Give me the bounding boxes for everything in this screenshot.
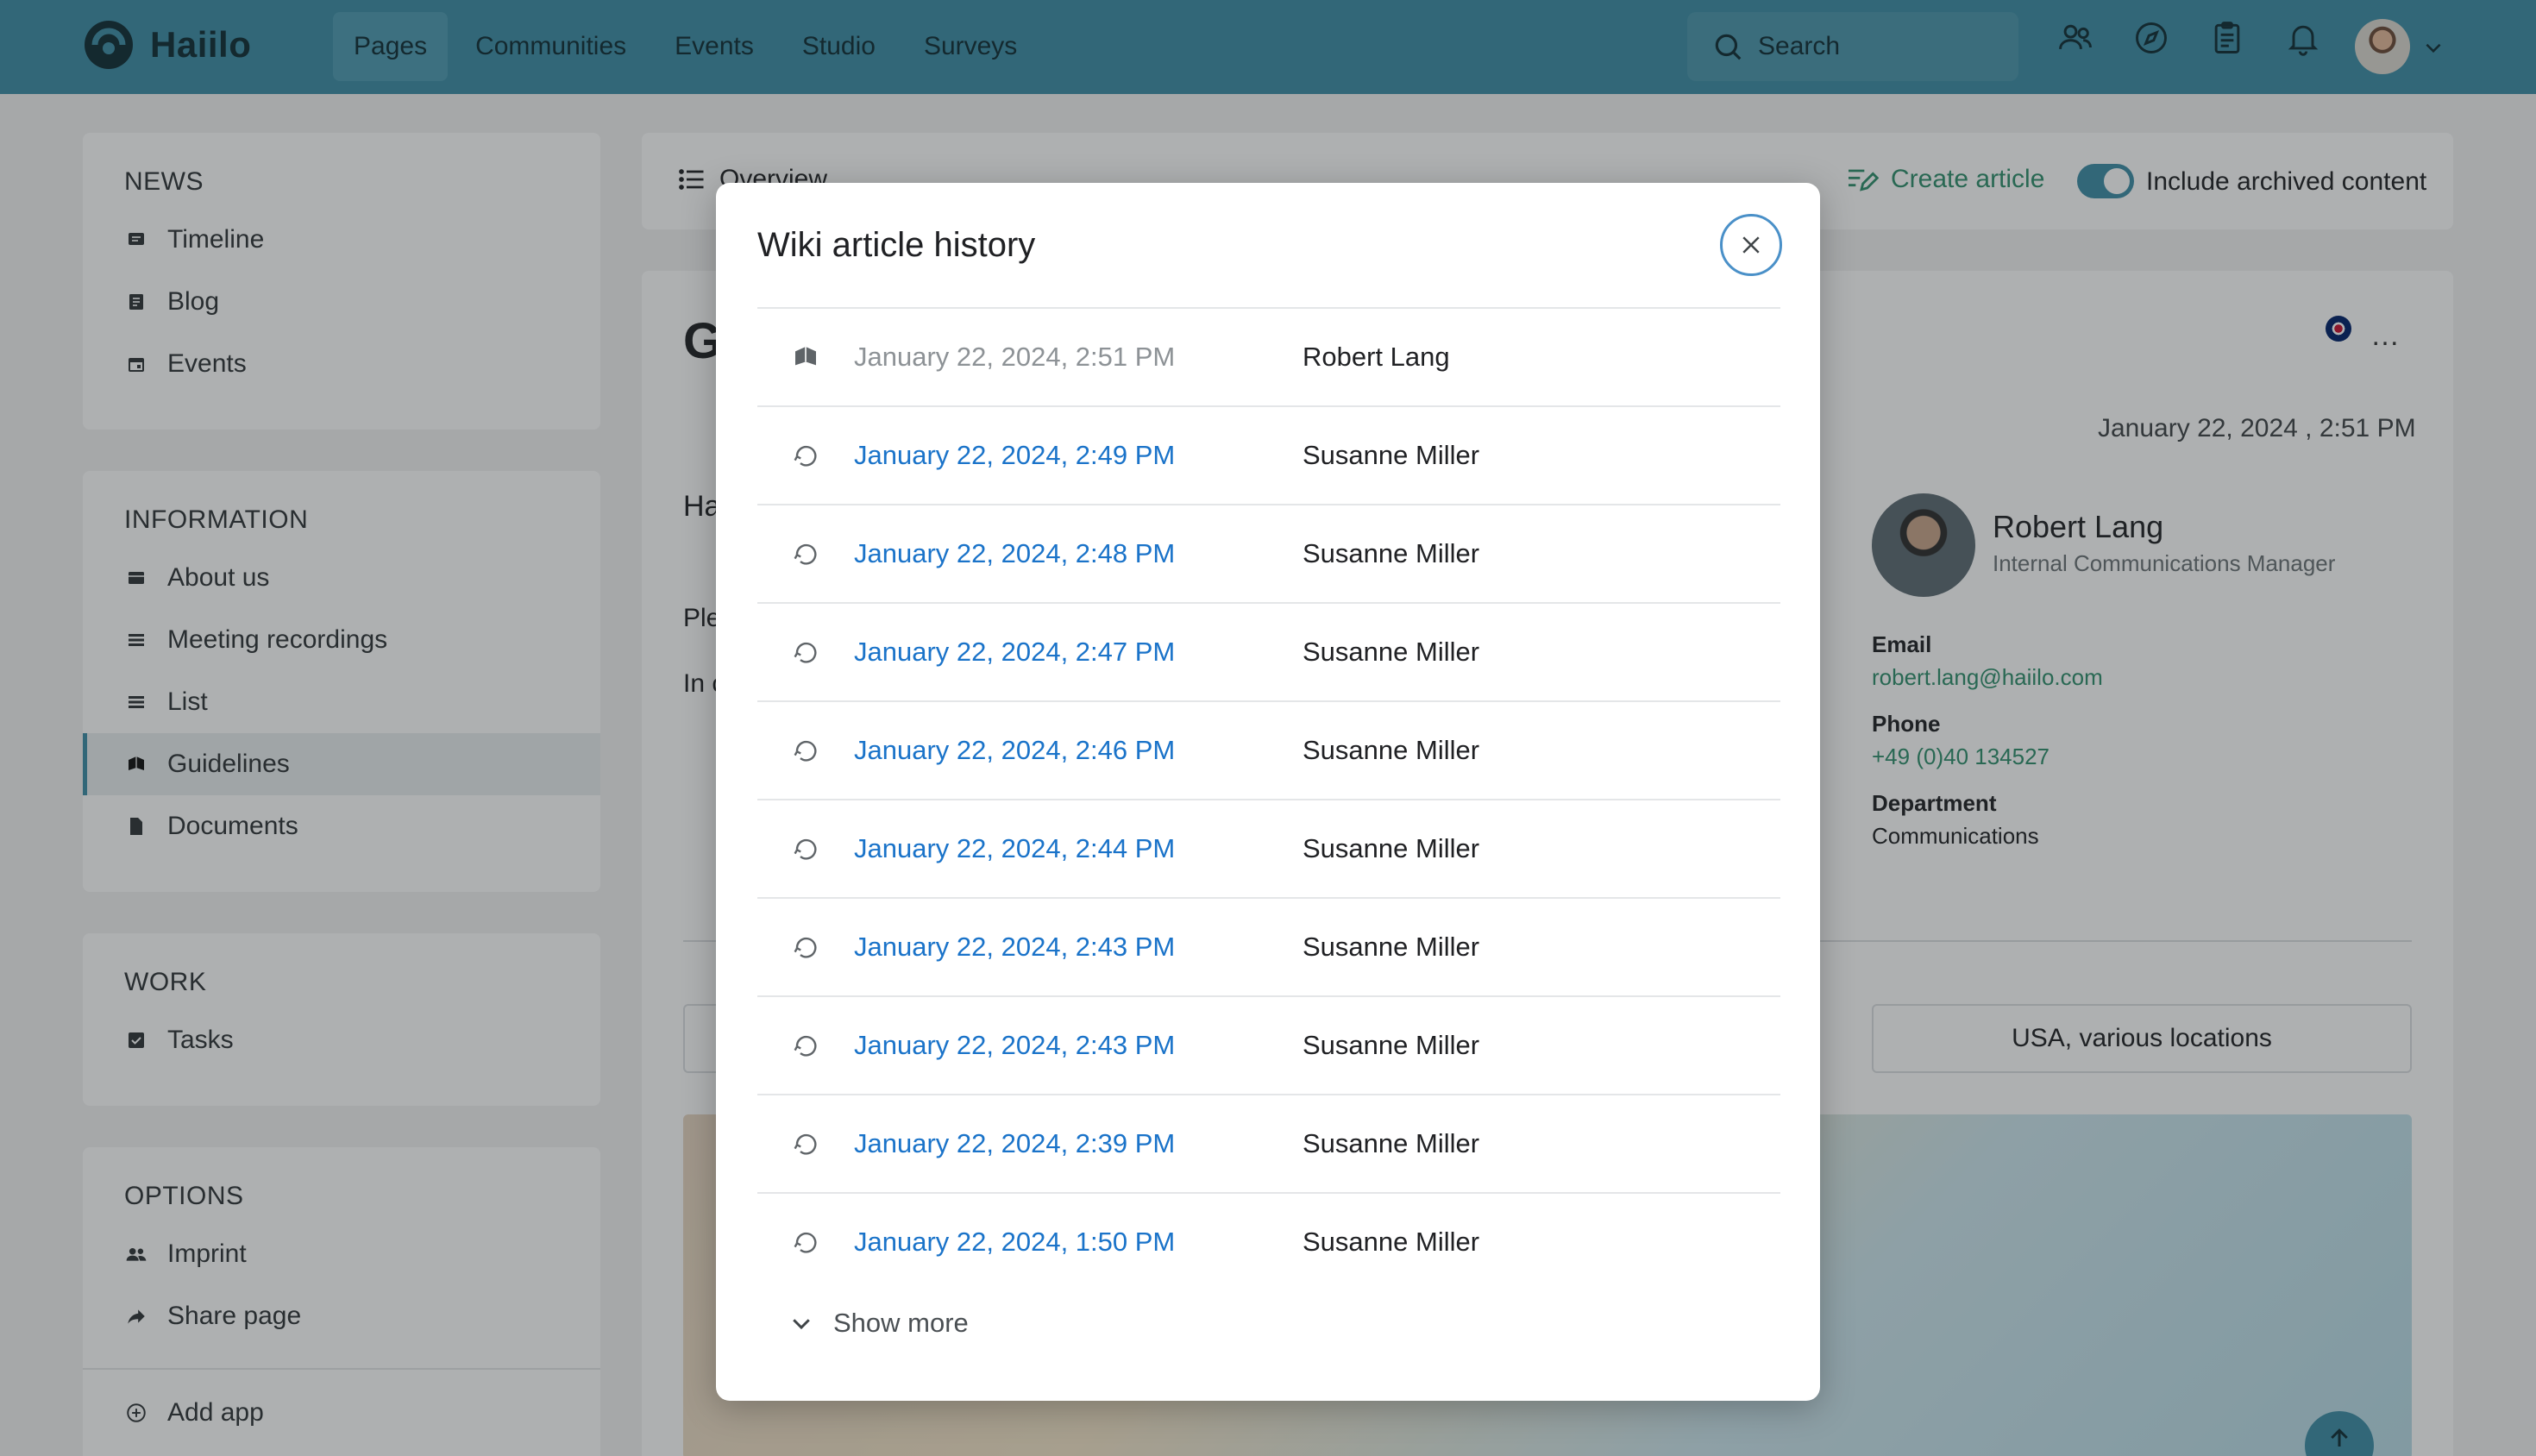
restore-icon xyxy=(757,638,854,666)
close-icon xyxy=(1742,236,1760,254)
restore-icon xyxy=(757,442,854,469)
version-author: Robert Lang xyxy=(1303,342,1450,372)
version-author: Susanne Miller xyxy=(1303,1128,1480,1158)
history-row: January 22, 2024, 2:48 PM Susanne Miller xyxy=(757,504,1780,602)
version-author: Susanne Miller xyxy=(1303,932,1480,962)
chevron-down-icon xyxy=(793,1319,810,1330)
show-more-button[interactable]: Show more xyxy=(757,1297,969,1349)
version-date-link[interactable]: January 22, 2024, 2:46 PM xyxy=(854,735,1303,766)
wiki-history-dialog: Wiki article history January 22, 2024, 2… xyxy=(716,183,1820,1401)
history-row: January 22, 2024, 1:50 PM Susanne Miller xyxy=(757,1192,1780,1290)
history-row: January 22, 2024, 2:43 PM Susanne Miller xyxy=(757,995,1780,1094)
history-row: January 22, 2024, 2:39 PM Susanne Miller xyxy=(757,1094,1780,1192)
history-row: January 22, 2024, 2:47 PM Susanne Miller xyxy=(757,602,1780,700)
version-date-link[interactable]: January 22, 2024, 2:48 PM xyxy=(854,538,1303,569)
restore-icon xyxy=(757,1130,854,1158)
dialog-title: Wiki article history xyxy=(757,226,1036,264)
show-more-label: Show more xyxy=(833,1308,969,1338)
version-author: Susanne Miller xyxy=(1303,1227,1480,1257)
history-row: January 22, 2024, 2:51 PM Robert Lang xyxy=(757,307,1780,405)
history-row: January 22, 2024, 2:46 PM Susanne Miller xyxy=(757,700,1780,799)
version-author: Susanne Miller xyxy=(1303,538,1480,568)
version-date-link[interactable]: January 22, 2024, 2:43 PM xyxy=(854,932,1303,963)
version-date-link[interactable]: January 22, 2024, 2:43 PM xyxy=(854,1030,1303,1061)
version-date-link[interactable]: January 22, 2024, 1:50 PM xyxy=(854,1227,1303,1258)
close-button[interactable] xyxy=(1720,214,1782,276)
version-date-link[interactable]: January 22, 2024, 2:47 PM xyxy=(854,637,1303,668)
version-author: Susanne Miller xyxy=(1303,735,1480,765)
version-author: Susanne Miller xyxy=(1303,833,1480,863)
version-author: Susanne Miller xyxy=(1303,1030,1480,1060)
version-author: Susanne Miller xyxy=(1303,637,1480,667)
history-row: January 22, 2024, 2:44 PM Susanne Miller xyxy=(757,799,1780,897)
version-author: Susanne Miller xyxy=(1303,440,1480,470)
history-row: January 22, 2024, 2:43 PM Susanne Miller xyxy=(757,897,1780,995)
version-date-link[interactable]: January 22, 2024, 2:49 PM xyxy=(854,440,1303,471)
history-row: January 22, 2024, 2:49 PM Susanne Miller xyxy=(757,405,1780,504)
restore-icon xyxy=(757,540,854,568)
restore-icon xyxy=(757,1032,854,1059)
restore-icon xyxy=(757,835,854,863)
version-date-link[interactable]: January 22, 2024, 2:44 PM xyxy=(854,833,1303,864)
history-list: January 22, 2024, 2:51 PM Robert Lang Ja… xyxy=(757,307,1780,1290)
restore-icon xyxy=(757,933,854,961)
restore-icon xyxy=(757,1228,854,1256)
version-date-link[interactable]: January 22, 2024, 2:39 PM xyxy=(854,1128,1303,1159)
current-version-date: January 22, 2024, 2:51 PM xyxy=(854,342,1176,372)
restore-icon xyxy=(757,737,854,764)
book-icon xyxy=(757,343,854,371)
